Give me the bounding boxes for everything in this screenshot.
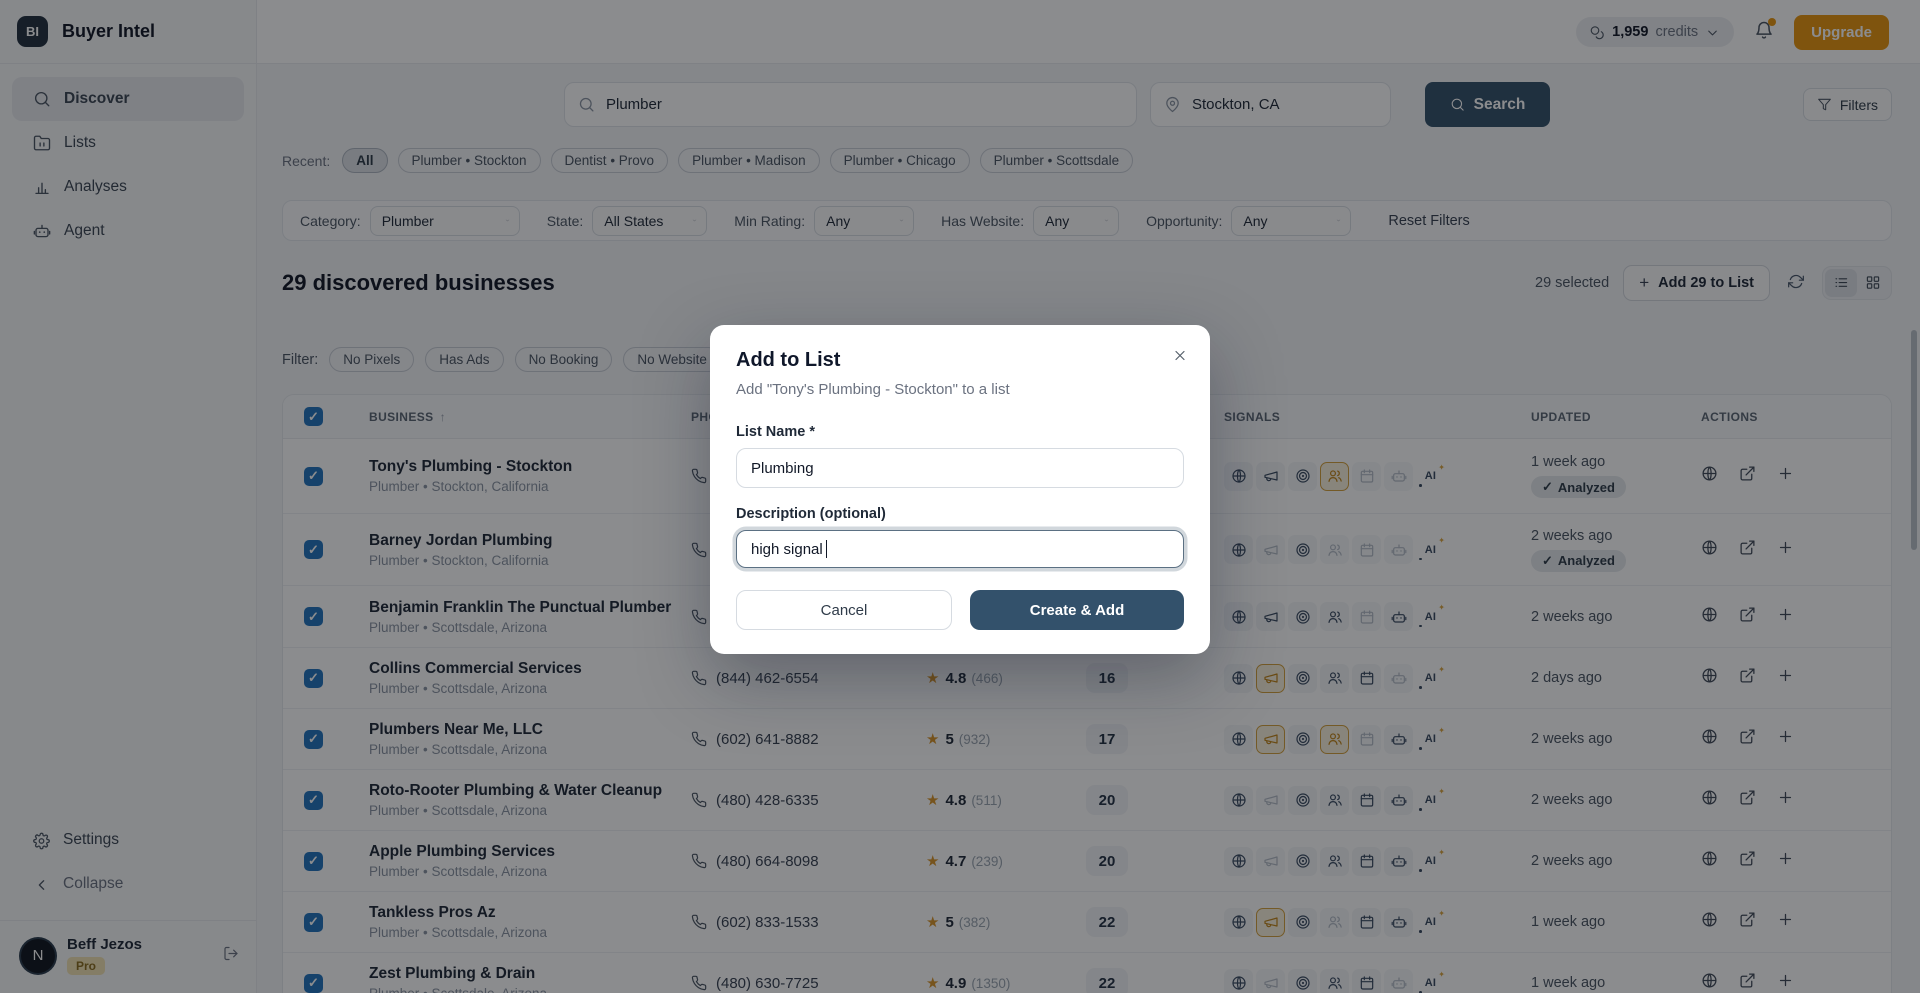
cancel-button[interactable]: Cancel [736,590,952,630]
modal-subtitle: Add "Tony's Plumbing - Stockton" to a li… [736,381,1184,398]
close-icon[interactable] [1172,347,1188,369]
description-value: high signal [751,541,823,558]
create-and-add-button[interactable]: Create & Add [970,590,1184,630]
list-name-label: List Name * [736,424,1184,440]
list-name-input[interactable] [736,448,1184,488]
description-input[interactable]: high signal [736,530,1184,568]
description-label: Description (optional) [736,506,1184,522]
text-caret [826,540,828,558]
add-to-list-modal: Add to List Add "Tony's Plumbing - Stock… [710,325,1210,654]
modal-title: Add to List [736,349,1184,372]
